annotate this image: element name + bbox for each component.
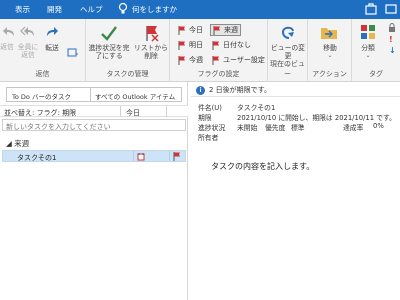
actions-group-label: アクション <box>312 70 347 78</box>
flag-icon[interactable] <box>173 152 181 161</box>
table-row[interactable]: タスクその1 <box>2 150 186 162</box>
menu-developer[interactable]: 開発 <box>47 4 62 15</box>
column-divider[interactable] <box>120 106 121 117</box>
flag-tomorrow-label: 明日 <box>189 41 203 49</box>
flag-no-date-label: 日付なし <box>223 41 251 49</box>
follow-up-group-label: フラグの設定 <box>197 70 240 78</box>
categorize-button[interactable]: 分類 <box>354 44 382 52</box>
coauthor-icon[interactable] <box>364 2 378 16</box>
change-view-button[interactable]: ビューの変更 <box>268 44 308 60</box>
flag-this-week-label: 今週 <box>189 56 203 64</box>
categorize-icon <box>361 25 375 39</box>
divider <box>191 96 400 97</box>
checkmark-icon <box>101 26 117 41</box>
flag-icon <box>212 55 219 65</box>
percent-complete-value: 0% <box>373 122 384 130</box>
owner-label: 所有者 <box>198 134 219 142</box>
info-icon: i <box>196 85 205 95</box>
flag-icon <box>178 55 185 65</box>
menu-bar: 表示 開発 ヘルプ 何をしますか <box>0 0 400 19</box>
tags-group: 分類 ⌄ ! ↓ タグ <box>352 19 400 82</box>
info-text: 2 日後が期限です。 <box>209 86 271 94</box>
due-label: 期限 <box>198 114 212 122</box>
move-folder-icon <box>321 28 337 39</box>
forward-icon <box>47 27 58 36</box>
reply-icon <box>3 27 14 36</box>
reply-all-icon <box>20 26 34 36</box>
move-dropdown-icon[interactable]: ⌄ <box>308 52 352 60</box>
due-value: 2021/10/10 に開始し、期限は 2021/10/11 です。 <box>237 114 396 122</box>
remove-from-list-button[interactable]: リストから削除 <box>133 44 169 60</box>
flag-today-label: 今日 <box>189 26 203 34</box>
sort-value-label[interactable]: 今日 <box>126 108 140 118</box>
group-header-label: 来週 <box>14 139 30 148</box>
notifications-icon[interactable] <box>384 2 398 16</box>
flag-tomorrow-button[interactable]: 明日 <box>178 39 203 51</box>
respond-group-label: 返信 <box>35 70 50 78</box>
task-name: タスクその1 <box>17 154 57 162</box>
priority-label: 優先度 <box>265 124 286 132</box>
reading-pane: i 2 日後が期限です。 件名(U) タスクその1 期限 2021/10/10 … <box>191 82 400 300</box>
current-view-group-label: 現在のビュー <box>270 60 305 78</box>
menu-help[interactable]: ヘルプ <box>80 4 103 15</box>
collapse-arrow-icon[interactable]: ◢ <box>6 139 14 148</box>
priority-value: 標準 <box>291 124 305 132</box>
flag-custom-button[interactable]: ユーザー設定 <box>212 54 265 66</box>
forward-button[interactable]: 転送 <box>41 44 63 52</box>
flag-next-week-label: 来週 <box>224 26 238 34</box>
tell-me-box[interactable]: 何をしますか <box>132 4 177 15</box>
manage-task-group-label: タスクの管理 <box>106 70 149 78</box>
flag-today-button[interactable]: 今日 <box>178 24 203 36</box>
task-body[interactable]: タスクの内容を記入します。 <box>211 161 314 172</box>
low-importance-icon[interactable]: ↓ <box>389 46 396 55</box>
subject-value: タスクその1 <box>237 104 276 112</box>
column-divider <box>133 151 134 161</box>
percent-complete-label: 達成率 <box>343 124 364 132</box>
tags-group-label: タグ <box>369 70 383 78</box>
flag-no-date-button[interactable]: 日付なし <box>212 39 251 51</box>
search-bar[interactable]: To Do バーのタスク すべての Outlook アイテム <box>6 87 182 102</box>
follow-up-group: 今日 来週 明日 日付なし 今週 ユーザー設定 フラグの設定 <box>170 19 268 82</box>
flag-icon <box>178 40 185 50</box>
search-scope-input[interactable]: To Do バーのタスク <box>7 88 91 101</box>
status-value: 未開始 <box>237 124 258 132</box>
task-list-pane: To Do バーのタスク すべての Outlook アイテム 並べ替え: フラグ… <box>0 82 188 300</box>
sort-column-label[interactable]: 並べ替え: フラグ: 期限 <box>4 108 76 118</box>
actions-group: 移動 ⌄ アクション <box>308 19 352 82</box>
flag-this-week-button[interactable]: 今週 <box>178 54 203 66</box>
move-button[interactable]: 移動 <box>308 44 352 52</box>
lightbulb-icon <box>118 2 128 14</box>
more-respond-icon[interactable] <box>67 48 79 58</box>
subject-label: 件名(U) <box>198 104 222 112</box>
flag-custom-label: ユーザー設定 <box>223 56 265 64</box>
sort-header[interactable]: 並べ替え: フラグ: 期限 今日 <box>0 105 188 117</box>
flag-icon <box>178 25 185 35</box>
reply-all-button[interactable]: 全員に返信 <box>16 43 40 59</box>
current-view-group: ビューの変更 ⌄ 現在のビュー <box>268 19 308 82</box>
high-importance-icon[interactable]: ! <box>389 35 393 44</box>
respond-group: 返信 全員に返信 転送 返信 <box>0 19 86 82</box>
private-lock-icon[interactable] <box>388 23 396 32</box>
categorize-dropdown-icon[interactable]: ⌄ <box>354 52 382 60</box>
menu-view[interactable]: 表示 <box>15 4 30 15</box>
remove-from-list-icon <box>146 26 159 42</box>
change-view-icon <box>282 26 294 39</box>
flag-next-week-button[interactable]: 来週 <box>210 24 241 36</box>
reminder-icon[interactable] <box>137 152 145 161</box>
info-bar: i 2 日後が期限です。 <box>196 85 271 95</box>
mark-complete-button[interactable]: 進捗状況を完了にする <box>86 44 132 60</box>
status-label: 進捗状況 <box>198 124 226 132</box>
manage-task-group: 進捗状況を完了にする リストから削除 タスクの管理 <box>86 19 170 82</box>
column-divider <box>169 151 170 161</box>
flag-icon <box>213 25 220 35</box>
reply-button[interactable]: 返信 <box>0 43 14 51</box>
column-divider[interactable] <box>166 106 167 117</box>
ribbon: 返信 全員に返信 転送 返信 進捗状況を完了にする リストから削除 タスクの管理 <box>0 19 400 82</box>
new-task-input[interactable]: 新しいタスクを入力してください <box>2 119 186 131</box>
group-header[interactable]: ◢ 来週 <box>6 138 29 149</box>
flag-icon <box>212 40 219 50</box>
search-scope-dropdown[interactable]: すべての Outlook アイテム <box>91 88 181 101</box>
